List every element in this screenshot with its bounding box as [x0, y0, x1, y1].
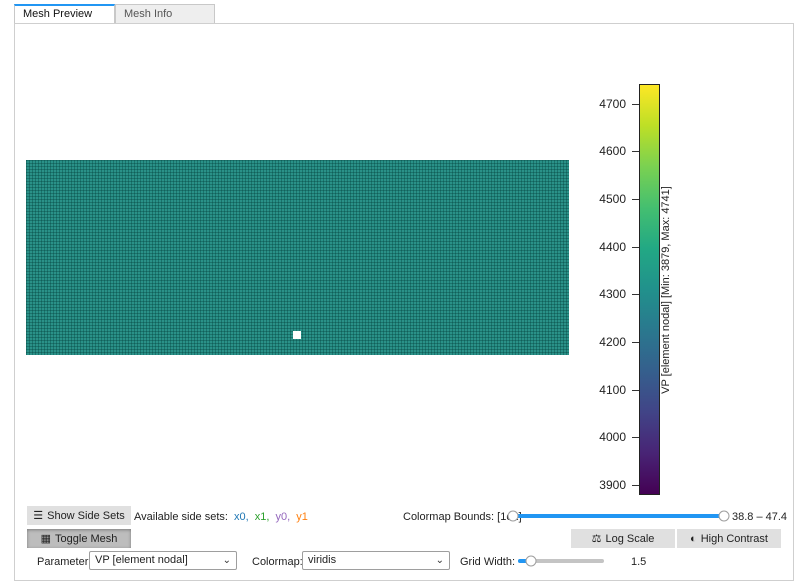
contrast-icon: ◐ — [690, 532, 697, 545]
grid-icon: ▦ — [40, 533, 52, 545]
colorbar-tick-mark — [632, 246, 639, 248]
grid-width-handle[interactable] — [525, 555, 537, 567]
side-set-y1: y1 — [296, 511, 308, 523]
colorbar-tick-label: 4200 — [599, 334, 626, 349]
toggle-mesh-label: Toggle Mesh — [55, 532, 118, 545]
colorbar-tick-mark — [632, 484, 639, 486]
colormap-value: viridis — [308, 554, 337, 566]
colorbar-tick-mark — [632, 341, 639, 343]
log-scale-label: Log Scale — [605, 532, 655, 545]
colorbar-tick-label: 4500 — [599, 191, 626, 206]
high-contrast-label: High Contrast — [700, 532, 768, 545]
colorbar-tick-mark — [632, 437, 639, 439]
colorbar-tick-label: 4300 — [599, 287, 626, 302]
colorbar-tick-label: 4000 — [599, 430, 626, 445]
grid-width-label: Grid Width: — [460, 556, 516, 568]
parameter-select[interactable]: VP [element nodal] ⌄ — [89, 551, 237, 570]
colorbar-tick-mark — [632, 294, 639, 296]
side-set-y0: y0 — [275, 511, 288, 523]
mesh-hole — [293, 331, 301, 339]
colorbar-tick-mark — [632, 151, 639, 153]
colormap-bounds-slider[interactable] — [513, 514, 724, 518]
colorbar-tick-label: 4700 — [599, 96, 626, 111]
tab-mesh-info[interactable]: Mesh Info — [115, 4, 215, 24]
colorbar-tick-mark — [632, 389, 639, 391]
toggle-mesh-button[interactable]: ▦ Toggle Mesh — [27, 529, 131, 548]
colorbar-tick-label: 4600 — [599, 144, 626, 159]
available-side-sets-label: Available side sets: — [134, 511, 228, 523]
colorbar — [639, 84, 660, 495]
colorbar-label: VP [element nodal] [Min: 3879, Max: 4741… — [660, 186, 672, 394]
colormap-bounds-value: 38.8 – 47.4 — [732, 511, 788, 523]
side-set-x0: x0 — [234, 511, 246, 523]
colorbar-tick-label: 4400 — [599, 239, 626, 254]
show-side-sets-button[interactable]: ☰ Show Side Sets — [27, 506, 131, 525]
log-scale-button[interactable]: ⚖ Log Scale — [571, 529, 675, 548]
tab-bar: Mesh Preview Mesh Info — [14, 4, 215, 24]
colorbar-tick-mark — [632, 198, 639, 200]
colormap-bounds-min-handle[interactable] — [507, 510, 519, 522]
chevron-down-icon: ⌄ — [222, 555, 231, 566]
chevron-down-icon: ⌄ — [435, 555, 444, 566]
colormap-bounds-label: Colormap Bounds: [1e2] — [403, 511, 522, 523]
tab-mesh-preview[interactable]: Mesh Preview — [14, 4, 115, 24]
colorbar-tick-label: 3900 — [599, 477, 626, 492]
grid-width-value: 1.5 — [631, 556, 647, 568]
mesh-plot[interactable] — [26, 160, 569, 355]
list-icon: ☰ — [33, 510, 44, 522]
colorbar-tick-label: 4100 — [599, 382, 626, 397]
colorbar-tick-mark — [632, 103, 639, 105]
side-set-x1: x1 — [254, 511, 267, 523]
colormap-bounds-max-handle[interactable] — [718, 510, 730, 522]
colormap-select[interactable]: viridis ⌄ — [302, 551, 450, 570]
scale-icon: ⚖ — [591, 533, 602, 545]
show-side-sets-label: Show Side Sets — [47, 509, 125, 522]
colormap-label: Colormap: — [252, 556, 303, 568]
high-contrast-button[interactable]: ◐ High Contrast — [677, 529, 781, 548]
available-side-sets: Available side sets: x0, x1, y0, y1 — [134, 511, 308, 523]
parameter-value: VP [element nodal] — [95, 554, 188, 566]
parameter-label: Parameter: — [37, 556, 92, 568]
